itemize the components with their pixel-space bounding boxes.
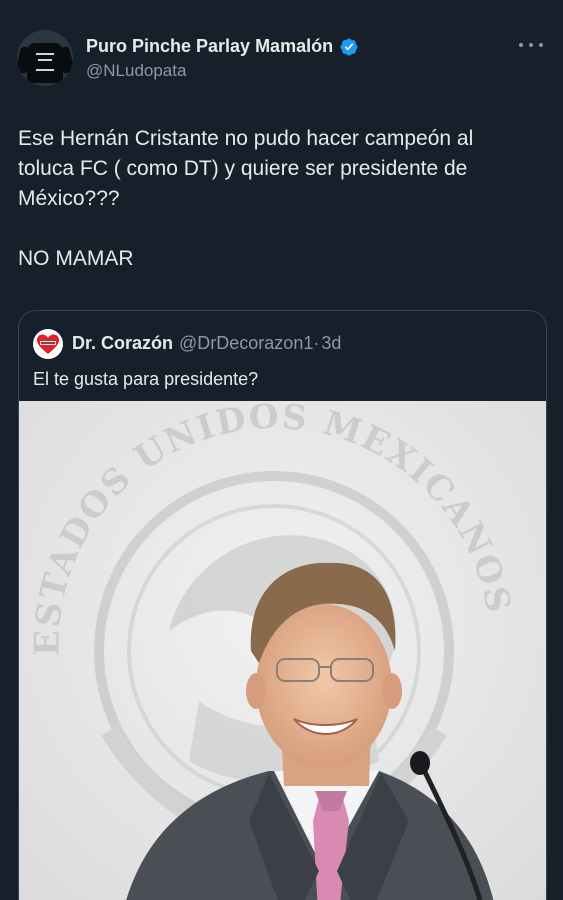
quoted-separator: · (313, 333, 320, 353)
quoted-name-row: Dr. Corazón @DrDecorazon1 · 3d (72, 333, 341, 354)
quoted-tweet[interactable]: Dr. Corazón @DrDecorazon1 · 3d El te gusta… (18, 310, 547, 900)
shirt-icon (27, 43, 63, 83)
author-name-row: Puro Pinche Parlay Mamalón (86, 36, 359, 57)
quoted-text: El te gusta para presidente? (33, 369, 259, 389)
quoted-photo[interactable]: ESTADOS UNIDOS MEXICANOS (19, 401, 546, 900)
tweet-card: Puro Pinche Parlay Mamalón @NLudopata Es… (0, 0, 563, 900)
author-display-name[interactable]: Puro Pinche Parlay Mamalón (86, 36, 333, 57)
verified-badge-icon (340, 37, 358, 56)
quoted-timestamp[interactable]: 3d (321, 333, 341, 354)
author-avatar[interactable] (17, 30, 73, 86)
quoted-display-name[interactable]: Dr. Corazón (72, 333, 173, 354)
tweet-text: Ese Hernán Cristante no pudo hacer campe… (18, 127, 474, 270)
quoted-handle[interactable]: @DrDecorazon1 (179, 333, 313, 354)
heart-logo-icon (37, 334, 59, 354)
author-handle[interactable]: @NLudopata (86, 61, 186, 81)
quoted-author-avatar[interactable] (33, 329, 63, 359)
more-dots-icon[interactable] (519, 38, 543, 52)
politician-photo-image: ESTADOS UNIDOS MEXICANOS (19, 401, 546, 900)
